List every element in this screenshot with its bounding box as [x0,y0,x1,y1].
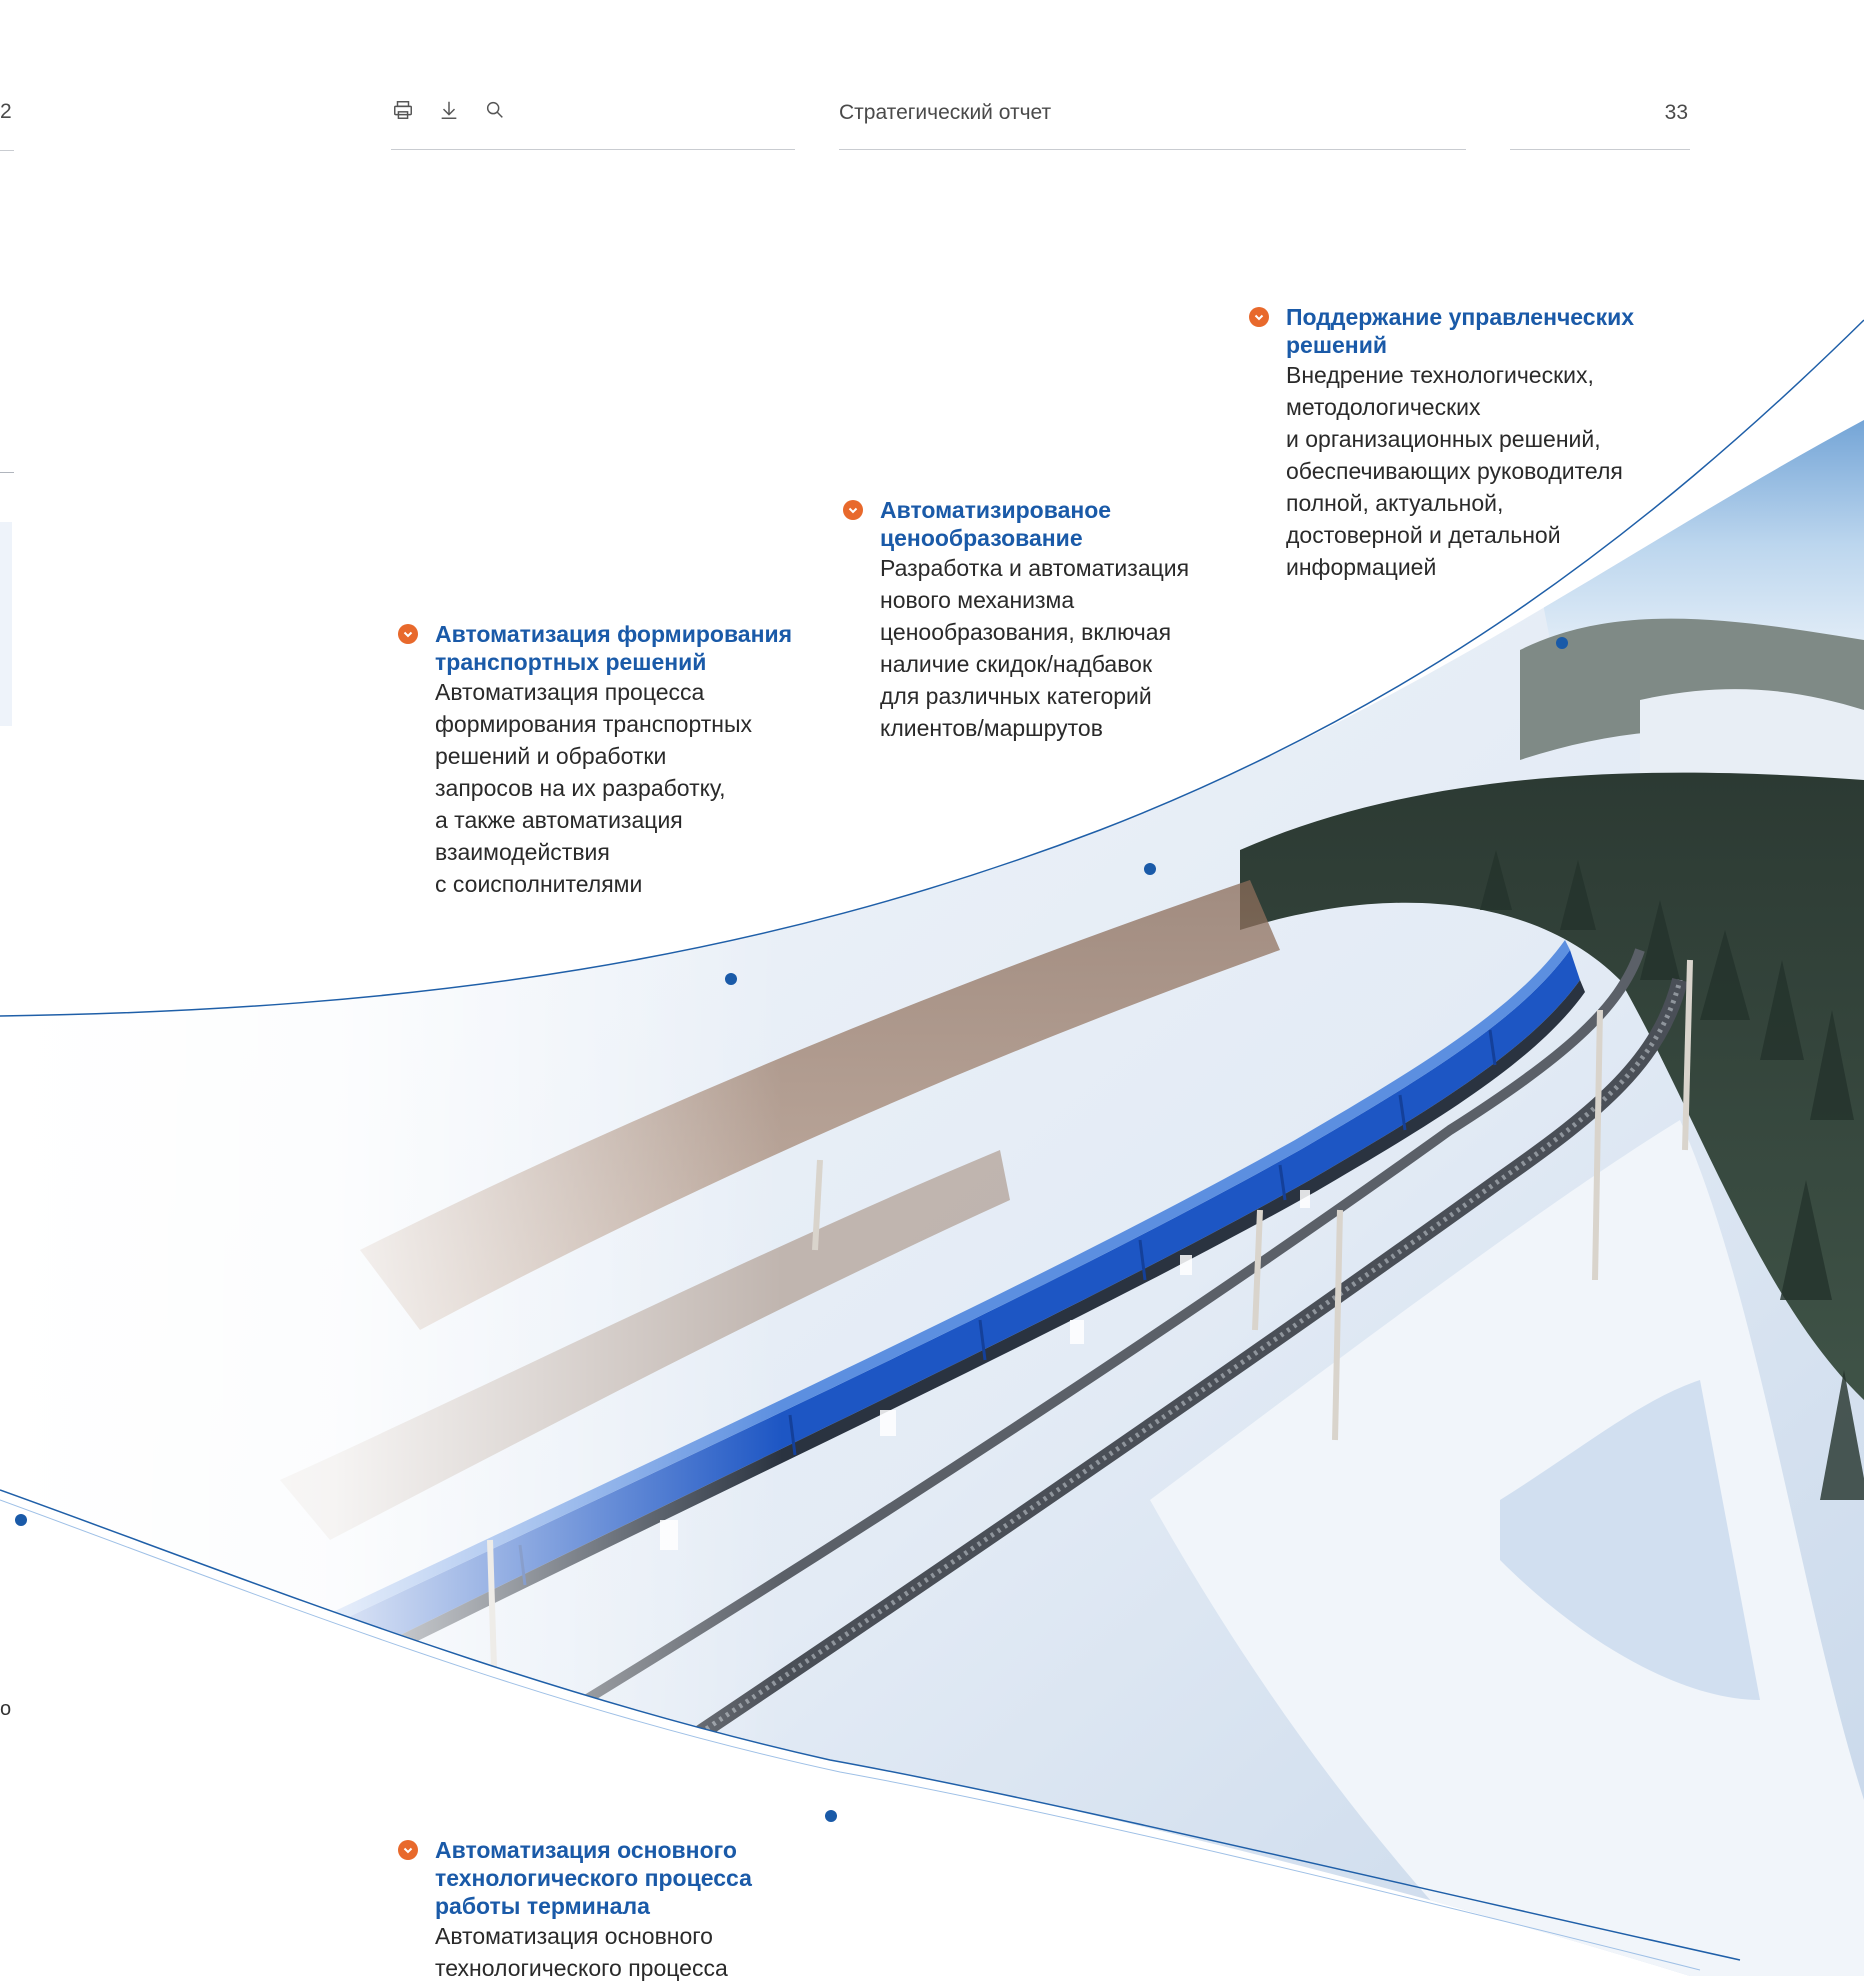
left-page-text-fragment: о [0,1698,12,1720]
item-title: Автоматизация формирования транспортных … [435,621,793,675]
header-rule-page [1510,149,1690,150]
print-icon[interactable] [391,98,415,122]
list-item: Автоматизация формирования транспортных … [398,620,855,900]
item-title: Автоматизированое ценообразование [880,497,1112,551]
item-text: Автоматизация основного технологического… [435,1923,728,1981]
item-text: Автоматизация процесса формирования тран… [435,679,753,897]
item-text: Разработка и автоматизация нового механи… [880,555,1190,741]
toolbar [391,98,507,122]
winter-train-photo [0,319,1864,1976]
check-bullet-icon [398,1840,418,1860]
list-item: Автоматизированое ценообразование Разраб… [843,496,1260,744]
item-title: Поддержание управленческих решений [1286,304,1635,358]
check-bullet-icon [398,624,418,644]
header-rule-title [839,149,1466,150]
left-page-number: 2 [0,100,12,123]
item-title: Автоматизация основного технологического… [435,1837,752,1919]
header-rule-toolbar [391,149,795,150]
check-bullet-icon [843,500,863,520]
left-page-divider [0,472,14,473]
list-item: Автоматизация основного технологического… [398,1836,835,1984]
check-bullet-icon [1249,307,1269,327]
section-title: Стратегический отчет [839,101,1052,124]
left-page-rule [0,150,14,151]
list-item: Поддержание управленческих решений Внедр… [1249,303,1706,583]
page-number: 33 [1664,101,1688,124]
item-text: Внедрение технологических, методологичес… [1286,362,1623,580]
download-icon[interactable] [437,98,461,122]
left-page-panel [0,522,12,726]
search-icon[interactable] [483,98,507,122]
